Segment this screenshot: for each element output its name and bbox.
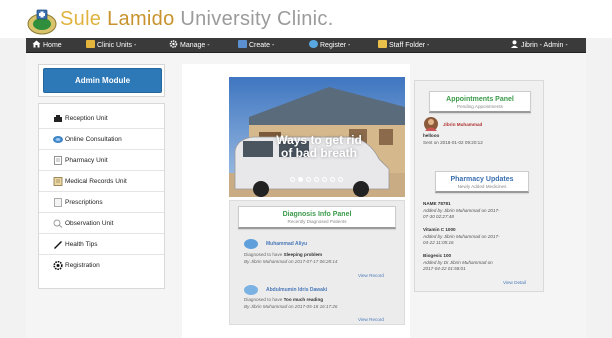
sidebar-item-label: Registration xyxy=(65,262,100,269)
sidebar-item-label: Reception Unit xyxy=(65,115,108,122)
admin-module-box: Admin Module xyxy=(38,64,165,97)
view-detail-link[interactable]: View Detail xyxy=(503,280,526,285)
sidebar-item-online-consultation[interactable]: Online Consultation xyxy=(39,129,164,150)
view-record-link[interactable]: View Record xyxy=(358,273,384,278)
create-icon xyxy=(238,40,247,48)
diagnosis-panel-title: Diagnosis Info Panel xyxy=(282,211,352,218)
carousel-dot[interactable] xyxy=(338,177,343,182)
appointments-panel-title: Appointments Panel xyxy=(446,96,514,103)
sender-avatar-icon xyxy=(424,117,438,131)
nav-register-label: Register - xyxy=(320,42,351,49)
carousel-dot[interactable] xyxy=(330,177,335,182)
pharmacy-panel-header: Pharmacy Updates Newly Added Medicines xyxy=(435,171,529,193)
nav-user-menu[interactable]: Jibrin - Admin - xyxy=(510,38,568,53)
pharmacy-icon xyxy=(54,156,62,165)
sidebar-item-label: Pharmacy Unit xyxy=(65,157,108,164)
nav-home-label: Home xyxy=(43,42,62,49)
reception-icon xyxy=(54,115,62,122)
carousel-dot[interactable] xyxy=(314,177,319,182)
patient-name[interactable]: Abdulmumin Idris Dawaki xyxy=(266,287,327,293)
right-panel: Appointments Panel Pending Appointments … xyxy=(414,80,544,292)
nav-register[interactable]: Register - xyxy=(309,38,350,53)
observation-icon xyxy=(53,219,63,228)
diagnosis-by-line: By Jibrin Muhammad on 2017-05-18 16:17:2… xyxy=(244,304,338,309)
brand-title[interactable]: Sule Lamido University Clinic. xyxy=(60,8,334,31)
user-icon xyxy=(510,39,519,48)
consultation-icon xyxy=(53,136,63,143)
home-icon xyxy=(32,39,41,48)
folder-icon xyxy=(378,40,387,48)
nav-manage[interactable]: Manage - xyxy=(169,38,210,53)
sidebar-item-label: Observation Unit xyxy=(65,220,114,227)
registration-icon xyxy=(53,261,63,270)
carousel-dot[interactable] xyxy=(306,177,311,182)
nav-create-label: Create - xyxy=(249,42,275,49)
diagnosis-panel-subtitle: Recently Diagnosed Patients xyxy=(287,219,347,224)
nav-manage-label: Manage - xyxy=(180,42,210,49)
nav-create[interactable]: Create - xyxy=(238,38,274,53)
diagnosis-line: Diagnosed to have Too much reading xyxy=(244,297,324,302)
pharmacy-panel-subtitle: Newly Added Medicines xyxy=(457,184,507,189)
medicine-added-date: 07-30 02:27:48 xyxy=(423,214,454,219)
nav-staff-folder-label: Staff Folder - xyxy=(389,42,430,49)
brand-word-3: University xyxy=(180,8,272,30)
brand-word-4: Clinic. xyxy=(277,8,334,30)
register-icon xyxy=(309,40,318,48)
appointment-message: hellooo xyxy=(423,133,440,138)
sidebar-item-prescriptions[interactable]: Prescriptions xyxy=(39,192,164,213)
diagnosis-panel-header: Diagnosis Info Panel Recently Diagnosed … xyxy=(238,206,396,229)
view-record-link[interactable]: View Record xyxy=(358,317,384,322)
sidebar-item-registration[interactable]: Registration xyxy=(39,255,164,276)
sidebar-item-pharmacy[interactable]: Pharmacy Unit xyxy=(39,150,164,171)
patient-avatar-icon xyxy=(244,239,258,249)
sidebar-item-medical-records[interactable]: Medical Records Unit xyxy=(39,171,164,192)
sidebar-item-label: Health Tips xyxy=(65,241,98,248)
medicine-added-date: 04-22 11:05:16 xyxy=(423,240,454,245)
nav-user-label: Jibrin - Admin - xyxy=(521,42,568,49)
sender-name[interactable]: Jibrin Muhammad xyxy=(443,122,482,128)
site-header: Sule Lamido University Clinic. xyxy=(0,0,612,38)
medicine-name: Biogesic 100 xyxy=(423,253,452,258)
carousel-indicators xyxy=(290,177,350,183)
patient-name[interactable]: Muhammad Aliyu xyxy=(266,241,307,247)
appointments-panel-subtitle: Pending Appointments xyxy=(457,104,503,109)
sidebar-menu: Reception Unit Online Consultation Pharm… xyxy=(38,103,165,289)
carousel-dot[interactable] xyxy=(322,177,327,182)
nav-home[interactable]: Home xyxy=(32,38,62,53)
nav-clinic-units[interactable]: Clinic Units - xyxy=(86,38,136,53)
medicine-name: Vitamin C 1000 xyxy=(423,227,456,232)
carousel-dot[interactable] xyxy=(290,177,295,182)
gear-icon xyxy=(169,39,178,48)
patient-avatar-icon xyxy=(244,285,258,295)
medicine-added-date: 2017-04-22 01:58:01 xyxy=(423,266,466,271)
hero-caption-line-2: of bad breath xyxy=(280,146,357,160)
nav-clinic-units-label: Clinic Units - xyxy=(97,42,137,49)
medicine-name: NAME 78781 xyxy=(423,201,451,206)
nav-staff-folder[interactable]: Staff Folder - xyxy=(378,38,429,53)
diagnosis-info-panel: Diagnosis Info Panel Recently Diagnosed … xyxy=(229,200,405,325)
appointments-panel-header: Appointments Panel Pending Appointments xyxy=(429,91,531,113)
clinic-icon xyxy=(86,40,95,48)
sidebar-item-label: Online Consultation xyxy=(65,136,122,143)
admin-module-button[interactable]: Admin Module xyxy=(43,68,162,93)
appointment-sent-time: Sent on 2018-01-02 09:20:12 xyxy=(423,140,483,145)
brand-word-2: Lamido xyxy=(107,8,175,30)
diagnosis-line: Diagnosed to have Sleeping problem xyxy=(244,252,323,257)
sidebar-item-health-tips[interactable]: Health Tips xyxy=(39,234,164,255)
sidebar-item-label: Medical Records Unit xyxy=(65,178,127,185)
clinic-logo-icon[interactable] xyxy=(27,7,57,35)
sidebar-item-reception[interactable]: Reception Unit xyxy=(39,108,164,129)
pharmacy-panel-title: Pharmacy Updates xyxy=(450,176,514,183)
sidebar-item-label: Prescriptions xyxy=(65,199,103,206)
hero-caption[interactable]: Ways to get rid of bad breath xyxy=(256,134,382,160)
diagnosis-by-line: By Jibrin Muhammad on 2017-07-17 06:28:1… xyxy=(244,259,338,264)
carousel-dot-active[interactable] xyxy=(298,177,303,182)
sidebar-item-observation[interactable]: Observation Unit xyxy=(39,213,164,234)
brand-word-1: Sule xyxy=(60,8,102,30)
prescription-icon xyxy=(54,198,62,207)
tips-icon xyxy=(54,241,62,249)
main-navbar: Home Clinic Units - Manage - Create - Re… xyxy=(26,38,586,53)
records-icon xyxy=(53,177,63,186)
